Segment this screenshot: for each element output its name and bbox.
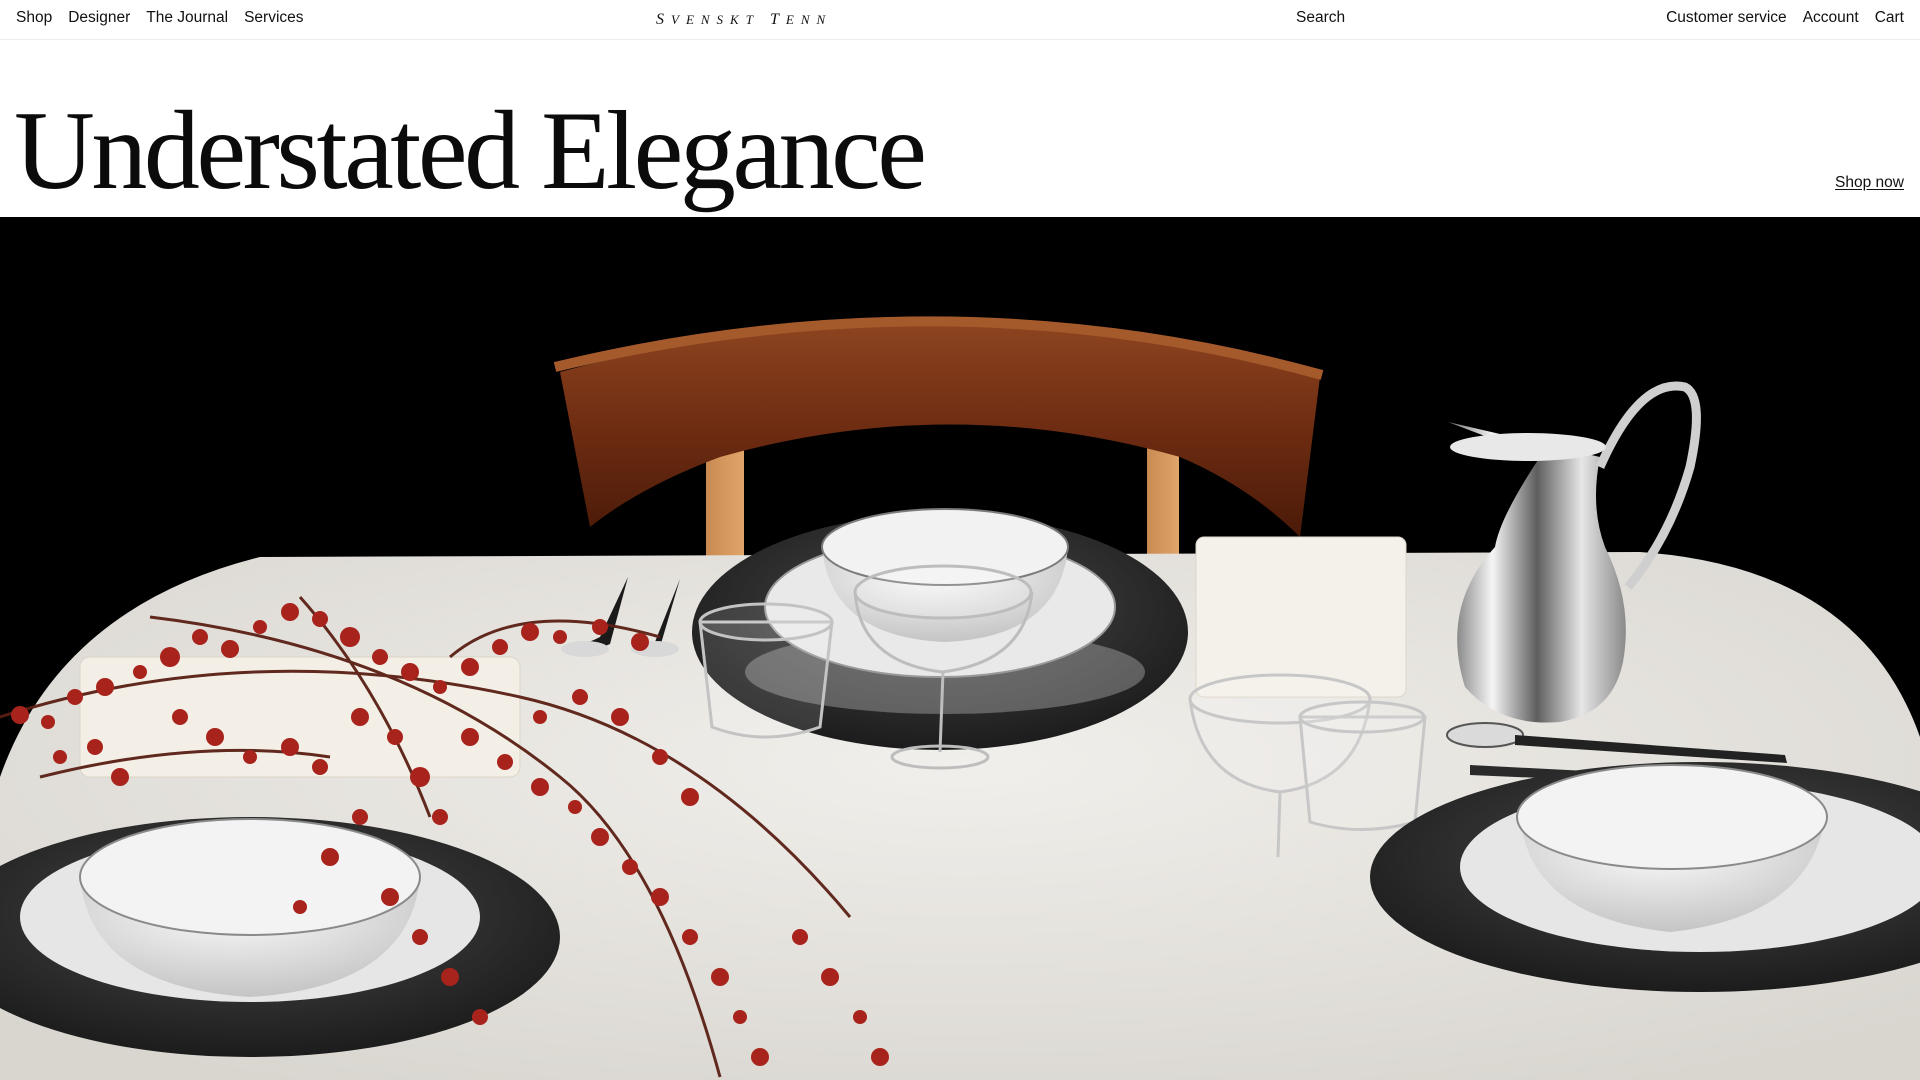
hero-image[interactable] (0, 217, 1920, 1080)
nav-journal-link[interactable]: The Journal (146, 9, 228, 27)
primary-nav: Shop Designer The Journal Services (16, 9, 304, 27)
table-setting-photo (0, 316, 1920, 1080)
nav-shop-link[interactable]: Shop (16, 9, 52, 27)
hero-title: Understated Elegance (14, 89, 927, 213)
top-navigation: Shop Designer The Journal Services SVENS… (0, 0, 1920, 40)
logo-word: ENN (785, 12, 833, 27)
nav-designer-link[interactable]: Designer (68, 9, 130, 27)
cart-link[interactable]: Cart (1875, 9, 1904, 27)
napkin (1195, 536, 1407, 698)
logo-word: VENSKT (671, 12, 760, 27)
hero-heading-section: Understated Elegance Shop now (0, 41, 1920, 217)
tumbler-glass (698, 602, 834, 739)
customer-service-link[interactable]: Customer service (1666, 9, 1787, 27)
brand-logo[interactable]: SVENSKT TENN (656, 11, 832, 29)
shop-now-link[interactable]: Shop now (1835, 174, 1904, 192)
utility-nav: Customer service Account Cart (1666, 9, 1904, 27)
search-link[interactable]: Search (1296, 9, 1345, 27)
logo-letter: T (769, 11, 786, 28)
nav-services-link[interactable]: Services (244, 9, 303, 27)
account-link[interactable]: Account (1803, 9, 1859, 27)
logo-letter: S (656, 11, 671, 28)
